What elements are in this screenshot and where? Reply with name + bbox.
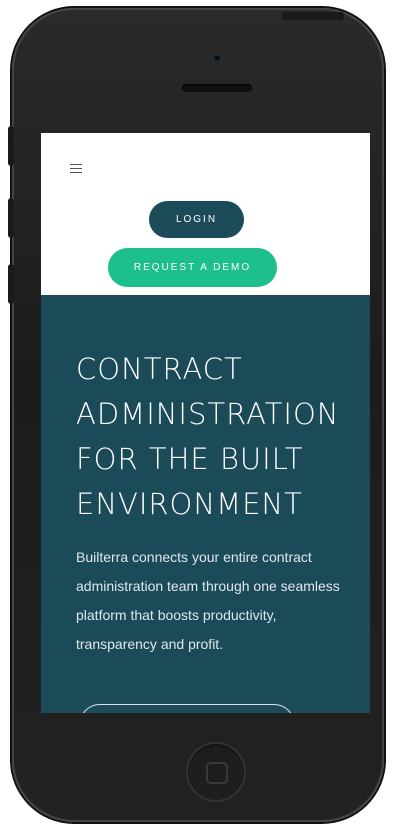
volume-down-button bbox=[8, 264, 14, 304]
volume-up-button bbox=[8, 198, 14, 238]
hero-subtitle: Builterra connects your entire contract … bbox=[76, 549, 340, 652]
hero-section: CONTRACT ADMINISTRATION FOR THE BUILT EN… bbox=[41, 295, 370, 713]
request-demo-button[interactable]: REQUEST A DEMO bbox=[108, 248, 277, 287]
mute-switch bbox=[8, 126, 14, 166]
phone-screen: LOGIN REQUEST A DEMO CONTRACT ADMINISTRA… bbox=[41, 133, 370, 713]
login-button[interactable]: LOGIN bbox=[149, 201, 244, 238]
site-header: LOGIN REQUEST A DEMO bbox=[41, 133, 370, 295]
front-camera bbox=[213, 54, 221, 62]
hamburger-icon[interactable] bbox=[70, 163, 82, 175]
hero-cta-button[interactable] bbox=[79, 704, 295, 713]
home-square-icon bbox=[206, 762, 228, 784]
home-button[interactable] bbox=[186, 742, 246, 802]
power-button bbox=[282, 12, 344, 20]
hero-title: CONTRACT ADMINISTRATION FOR THE BUILT EN… bbox=[76, 352, 340, 521]
earpiece-speaker bbox=[182, 84, 252, 92]
